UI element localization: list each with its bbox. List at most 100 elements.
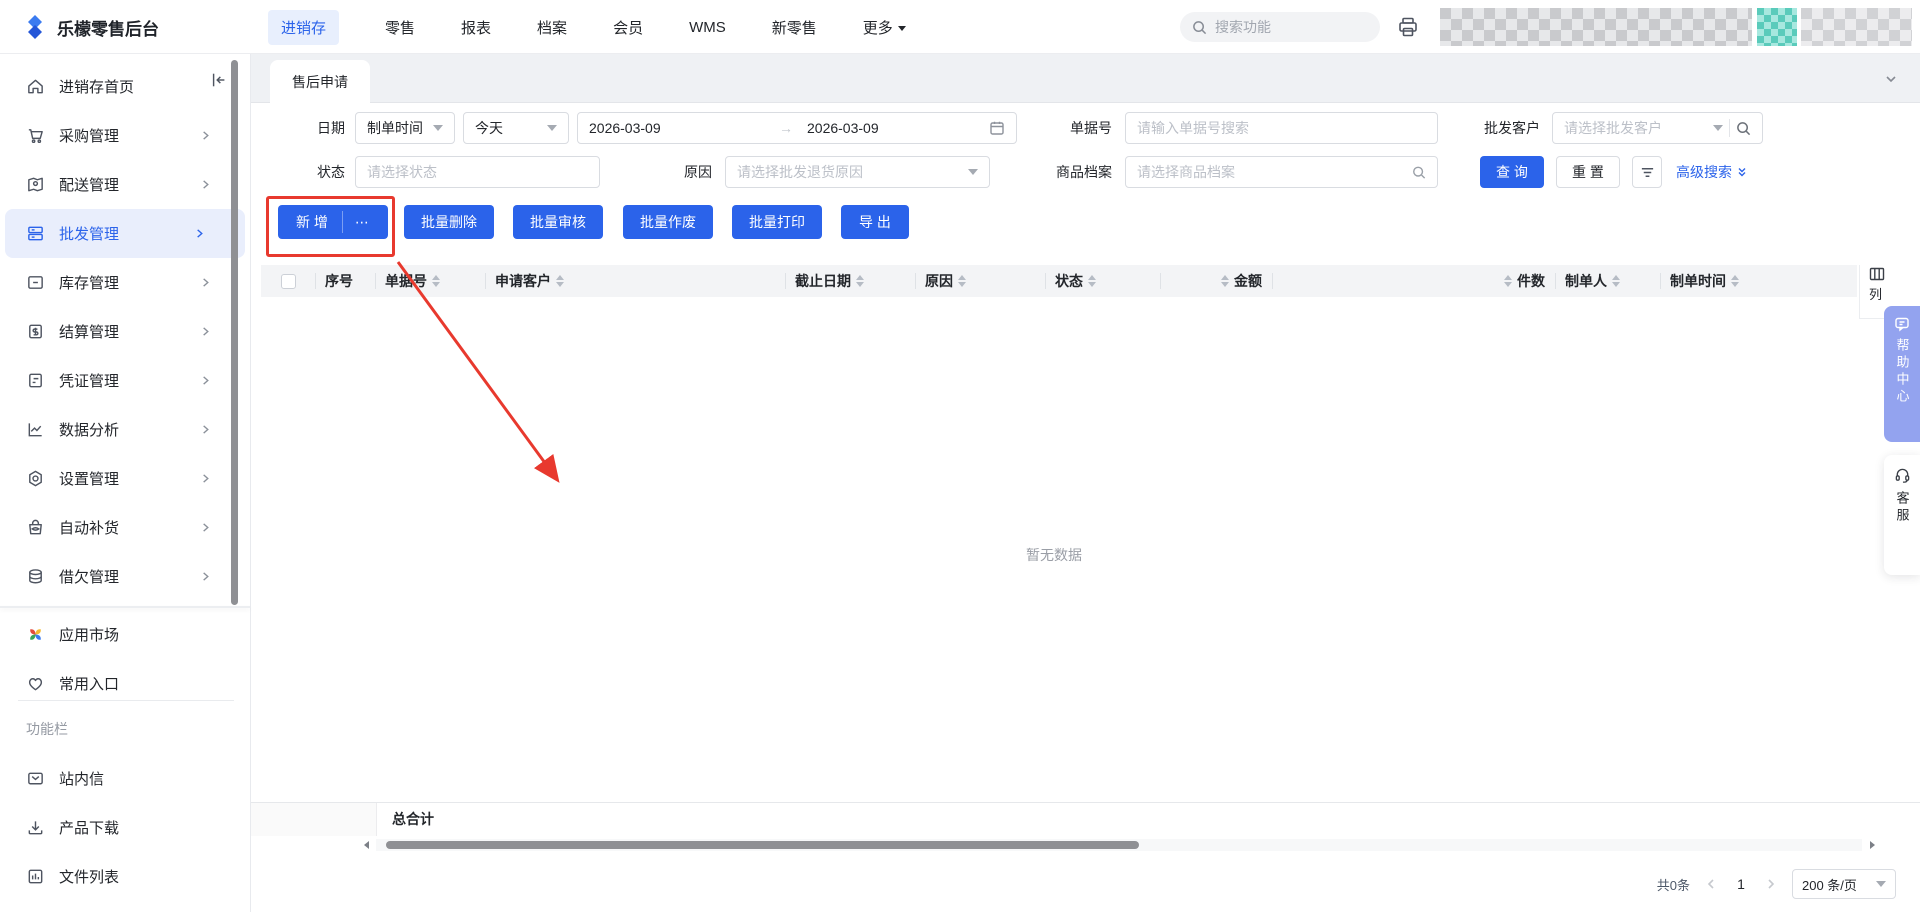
avatar[interactable] bbox=[1757, 8, 1797, 46]
prev-page-icon[interactable] bbox=[1705, 878, 1717, 890]
bag-icon bbox=[29, 519, 42, 535]
sidebar-item-voucher[interactable]: 凭证管理 bbox=[0, 356, 251, 405]
batch-audit-button[interactable]: 批量审核 bbox=[513, 205, 603, 239]
gear-icon bbox=[29, 470, 42, 487]
function-search[interactable] bbox=[1180, 12, 1380, 42]
filter-settings-button[interactable] bbox=[1632, 156, 1662, 188]
printer-icon[interactable] bbox=[1396, 15, 1420, 44]
sidebar-item-settlement[interactable]: 结算管理 bbox=[0, 307, 251, 356]
col-creator[interactable]: 制单人 bbox=[1555, 265, 1660, 297]
scroll-left-arrow[interactable] bbox=[360, 839, 372, 851]
batch-void-button[interactable]: 批量作废 bbox=[623, 205, 713, 239]
sort-icon[interactable] bbox=[856, 275, 864, 287]
tabs-collapse-icon[interactable] bbox=[1884, 72, 1898, 91]
product-select[interactable] bbox=[1125, 156, 1438, 188]
customer-search-icon[interactable] bbox=[1736, 121, 1751, 136]
sidebar-scrollbar[interactable] bbox=[231, 60, 238, 605]
sidebar-item-stock[interactable]: 库存管理 bbox=[0, 258, 251, 307]
sidebar-item-replenish[interactable]: 自动补货 bbox=[0, 503, 251, 552]
nav-item-members[interactable]: 会员 bbox=[613, 17, 643, 38]
top-navigation: 进销存 零售 报表 档案 会员 WMS 新零售 更多 bbox=[268, 0, 906, 54]
batch-print-button[interactable]: 批量打印 bbox=[732, 205, 822, 239]
add-button[interactable]: 新 增 bbox=[278, 212, 342, 232]
nav-item-reports[interactable]: 报表 bbox=[461, 17, 491, 38]
sidebar-item-app-market[interactable]: 应用市场 bbox=[0, 610, 251, 659]
calendar-icon bbox=[990, 121, 1004, 135]
advanced-search-link[interactable]: 高级搜索 bbox=[1676, 156, 1748, 188]
status-input[interactable] bbox=[367, 164, 588, 180]
double-chevron-down-icon bbox=[1738, 168, 1746, 177]
scroll-right-arrow[interactable] bbox=[1866, 839, 1878, 851]
date-range-picker[interactable]: 2026-03-09 → 2026-03-09 bbox=[577, 112, 1017, 144]
next-page-icon[interactable] bbox=[1765, 878, 1777, 890]
batch-delete-button[interactable]: 批量删除 bbox=[404, 205, 494, 239]
help-center-tab[interactable]: 帮助中心 bbox=[1884, 306, 1920, 442]
col-deadline[interactable]: 截止日期 bbox=[785, 265, 915, 297]
sidebar-item-files[interactable]: 文件列表 bbox=[0, 852, 251, 901]
sort-icon[interactable] bbox=[432, 275, 440, 287]
caret-down-icon bbox=[1876, 881, 1886, 887]
col-order-no[interactable]: 单据号 bbox=[375, 265, 485, 297]
sort-icon[interactable] bbox=[1088, 275, 1096, 287]
order-no-input-wrap[interactable] bbox=[1125, 112, 1438, 144]
customer-select[interactable]: 请选择批发客户 bbox=[1552, 112, 1763, 144]
sidebar-item-analytics[interactable]: 数据分析 bbox=[0, 405, 251, 454]
sidebar-item-messages[interactable]: 站内信 bbox=[0, 754, 251, 803]
nav-item-more[interactable]: 更多 bbox=[863, 17, 906, 38]
reason-select[interactable]: 请选择批发退货原因 bbox=[725, 156, 990, 188]
table-header: 序号 单据号 申请客户 截止日期 原因 状态 金额 件数 制单人 制单时间 bbox=[261, 265, 1857, 297]
download-icon bbox=[28, 821, 43, 835]
coins-icon bbox=[29, 569, 42, 584]
reset-button[interactable]: 重 置 bbox=[1556, 156, 1620, 188]
app-title: 乐檬零售后台 bbox=[57, 19, 159, 39]
product-input[interactable] bbox=[1137, 164, 1407, 180]
sidebar-collapse-icon[interactable] bbox=[210, 71, 228, 94]
nav-item-wms[interactable]: WMS bbox=[689, 19, 726, 36]
col-reason[interactable]: 原因 bbox=[915, 265, 1045, 297]
add-more-options-button[interactable]: ⋯ bbox=[343, 214, 382, 231]
sort-icon[interactable] bbox=[1221, 275, 1229, 287]
nav-item-new-retail[interactable]: 新零售 bbox=[772, 17, 817, 38]
export-button[interactable]: 导 出 bbox=[841, 205, 909, 239]
sort-icon[interactable] bbox=[1504, 275, 1512, 287]
sort-icon[interactable] bbox=[556, 275, 564, 287]
tab-after-sales[interactable]: 售后申请 bbox=[270, 60, 370, 104]
sort-icon[interactable] bbox=[1731, 275, 1739, 287]
select-all-checkbox[interactable] bbox=[280, 273, 296, 289]
page-size-select[interactable]: 200 条/页 bbox=[1792, 869, 1896, 899]
status-select[interactable] bbox=[355, 156, 600, 188]
nav-item-retail[interactable]: 零售 bbox=[385, 17, 415, 38]
chevron-right-icon bbox=[203, 572, 209, 581]
sidebar-item-wholesale[interactable]: 批发管理 bbox=[5, 209, 245, 258]
add-split-button[interactable]: 新 增 ⋯ bbox=[278, 205, 388, 239]
sidebar-item-debt[interactable]: 借欠管理 bbox=[0, 552, 251, 601]
document-icon bbox=[29, 373, 42, 388]
dollar-icon bbox=[29, 324, 42, 339]
sort-icon[interactable] bbox=[1612, 275, 1620, 287]
date-range-separator: → bbox=[779, 120, 793, 136]
sidebar-item-downloads[interactable]: 产品下载 bbox=[0, 803, 251, 852]
caret-down-icon bbox=[547, 125, 557, 131]
col-amount[interactable]: 金额 bbox=[1160, 265, 1272, 297]
order-no-input[interactable] bbox=[1137, 120, 1426, 136]
query-button[interactable]: 查 询 bbox=[1480, 156, 1544, 188]
customer-service-button[interactable]: 客服 bbox=[1884, 455, 1920, 575]
col-create-time[interactable]: 制单时间 bbox=[1660, 265, 1857, 297]
horizontal-scrollbar-thumb[interactable] bbox=[386, 841, 1139, 849]
sidebar-item-purchase[interactable]: 采购管理 bbox=[0, 111, 251, 160]
date-type-select[interactable]: 制单时间 bbox=[355, 112, 455, 144]
topbar: 乐檬零售后台 进销存 零售 报表 档案 会员 WMS 新零售 更多 bbox=[0, 0, 1920, 54]
col-status[interactable]: 状态 bbox=[1045, 265, 1160, 297]
current-page[interactable]: 1 bbox=[1732, 876, 1750, 892]
sidebar-item-delivery[interactable]: 配送管理 bbox=[0, 160, 251, 209]
date-from-value: 2026-03-09 bbox=[589, 120, 661, 136]
nav-item-inventory[interactable]: 进销存 bbox=[268, 9, 340, 45]
col-pieces[interactable]: 件数 bbox=[1272, 265, 1555, 297]
sidebar-item-settings[interactable]: 设置管理 bbox=[0, 454, 251, 503]
sort-icon[interactable] bbox=[958, 275, 966, 287]
search-input[interactable] bbox=[1215, 19, 1355, 35]
caret-down-icon bbox=[897, 26, 906, 32]
date-preset-select[interactable]: 今天 bbox=[463, 112, 569, 144]
col-customer[interactable]: 申请客户 bbox=[485, 265, 785, 297]
nav-item-archives[interactable]: 档案 bbox=[537, 17, 567, 38]
